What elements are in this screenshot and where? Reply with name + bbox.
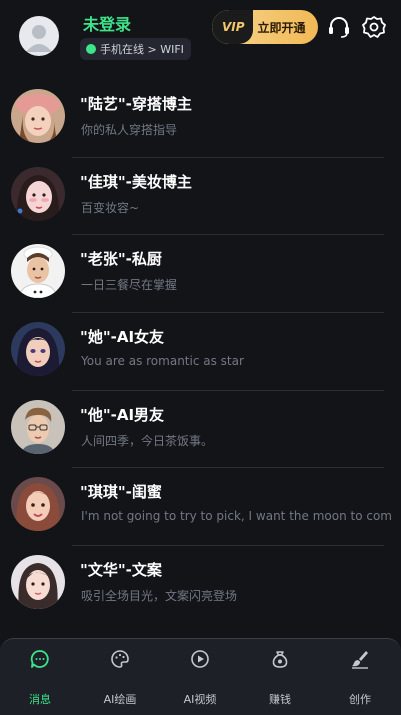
chat-subtitle: 一日三餐尽在掌握: [81, 278, 178, 293]
chat-icon: [30, 650, 49, 668]
tab-ai-drawing[interactable]: AI绘画: [80, 639, 160, 715]
chat-item-fashion[interactable]: "陆艺"-穿搭博主 你的私人穿搭指导: [0, 80, 401, 158]
tab-earn[interactable]: 赚钱: [240, 639, 320, 715]
chat-title: "他"-AI男友: [80, 405, 165, 424]
online-dot-icon: [86, 44, 96, 54]
chat-title: "文华"-文案: [80, 561, 162, 580]
login-status-title[interactable]: 未登录: [83, 11, 131, 35]
chat-item-copywriter[interactable]: "文华"-文案 吸引全场目光，文案闪亮登场: [0, 546, 401, 624]
chat-list: "陆艺"-穿搭博主 你的私人穿搭指导 "佳琪"-美妆博主 百变妆容~ "老张"-…: [0, 80, 401, 624]
tab-label: 赚钱: [269, 693, 291, 706]
chat-subtitle: 吸引全场目光，文案闪亮登场: [81, 589, 238, 604]
vip-subscribe-button[interactable]: VIP 立即开通: [212, 10, 318, 44]
chat-title: "老张"-私厨: [80, 250, 162, 269]
chat-subtitle: 百变妆容~: [81, 200, 140, 215]
tab-label: AI视频: [183, 693, 217, 706]
network-status-pill: 手机在线 > WIFI: [80, 38, 191, 60]
user-avatar[interactable]: [19, 16, 59, 56]
chat-title: "佳琪"-美妆博主: [80, 172, 192, 191]
chat-item-chef[interactable]: "老张"-私厨 一日三餐尽在掌握: [0, 235, 401, 314]
money-bag-icon: [272, 651, 288, 668]
palette-icon: [111, 650, 129, 668]
chat-item-bestie[interactable]: "琪琪"-闺蜜 I'm not going to try to pick, I …: [0, 468, 401, 547]
default-user-icon: [26, 25, 52, 52]
play-icon: [191, 650, 209, 668]
header: 未登录 手机在线 > WIFI VIP 立即开通: [0, 0, 401, 80]
headset-icon[interactable]: [326, 14, 352, 40]
tab-label: 消息: [29, 693, 51, 706]
chat-subtitle: 人间四季，今日茶饭事。: [81, 433, 214, 448]
tab-label: AI绘画: [103, 693, 137, 706]
chat-title: "琪琪"-闺蜜: [80, 483, 162, 502]
chat-item-ai-girlfriend[interactable]: "她"-AI女友 You are as romantic as star: [0, 313, 401, 391]
vip-tag: VIP: [212, 10, 253, 44]
chat-item-ai-boyfriend[interactable]: "他"-AI男友 人间四季，今日茶饭事。: [0, 391, 401, 469]
brush-icon: [352, 651, 368, 669]
avatar: [11, 555, 65, 610]
tab-create[interactable]: 创作: [320, 639, 400, 715]
chat-subtitle: I'm not going to try to pick, I want the…: [81, 509, 391, 524]
avatar: [11, 166, 65, 221]
avatar: [11, 322, 65, 377]
avatar: [11, 399, 65, 454]
tab-label: 创作: [349, 693, 371, 706]
avatar: [11, 89, 65, 143]
bottom-tab-bar: 消息 AI绘画 AI视频 赚钱 创作: [0, 638, 401, 715]
avatar: [11, 244, 65, 299]
tab-ai-video[interactable]: AI视频: [160, 639, 240, 715]
chat-title: "陆艺"-穿搭博主: [80, 95, 192, 113]
vip-subscribe-label: 立即开通: [257, 20, 306, 35]
tab-messages[interactable]: 消息: [0, 639, 80, 715]
chat-subtitle: You are as romantic as star: [81, 354, 244, 369]
network-status-text: 手机在线 > WIFI: [100, 43, 184, 56]
chat-item-makeup[interactable]: "佳琪"-美妆博主 百变妆容~: [0, 158, 401, 236]
chat-subtitle: 你的私人穿搭指导: [81, 123, 178, 137]
gear-icon[interactable]: [361, 14, 387, 40]
chat-title: "她"-AI女友: [80, 328, 165, 347]
avatar: [11, 477, 65, 532]
